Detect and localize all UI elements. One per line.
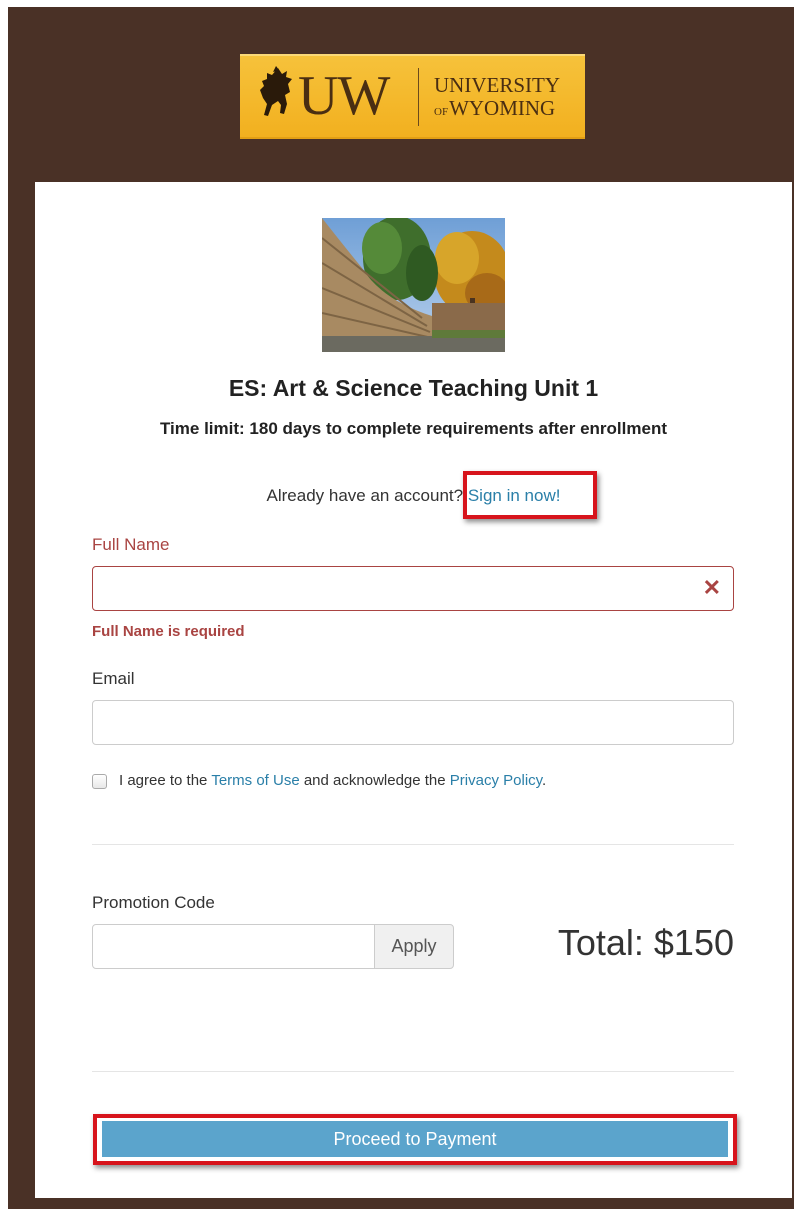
- sign-in-highlight: [463, 471, 597, 519]
- full-name-label: Full Name: [92, 535, 170, 554]
- full-name-input[interactable]: ✕: [92, 566, 734, 611]
- enrollment-card: ES: Art & Science Teaching Unit 1 Time l…: [35, 182, 792, 1198]
- terms-of-use-link[interactable]: Terms of Use: [211, 772, 299, 789]
- agree-checkbox[interactable]: [92, 774, 107, 789]
- apply-button[interactable]: Apply: [374, 924, 454, 969]
- promo-label: Promotion Code: [92, 893, 215, 912]
- university-logo[interactable]: UW UNIVERSITY OFWYOMING: [240, 54, 585, 139]
- agree-text: I agree to the Terms of Use and acknowle…: [119, 772, 546, 789]
- total-price: Total: $150: [557, 922, 734, 963]
- signin-prompt: Already have an account?: [266, 486, 464, 505]
- agree-suffix: .: [542, 772, 547, 789]
- divider: [92, 1071, 734, 1072]
- logo-divider: [418, 68, 419, 126]
- bucking-horse-icon: [260, 66, 292, 116]
- proceed-highlight: [93, 1114, 737, 1165]
- time-limit-text: Time limit: 180 days to complete require…: [159, 419, 667, 438]
- logo-wyoming-line: OFWYOMING: [434, 96, 555, 124]
- logo-uw-text: UW: [298, 65, 390, 127]
- course-title: ES: Art & Science Teaching Unit 1: [228, 375, 599, 401]
- agree-middle: and acknowledge the: [303, 772, 446, 789]
- page-frame: UW UNIVERSITY OFWYOMING ES: Art & Scienc…: [8, 7, 794, 1209]
- logo-wyoming-text: WYOMING: [449, 96, 556, 120]
- close-icon: ✕: [702, 575, 721, 600]
- campus-photo: [322, 218, 505, 352]
- email-input[interactable]: [92, 700, 734, 745]
- email-label: Email: [92, 669, 135, 688]
- agree-prefix: I agree to the: [119, 772, 208, 789]
- logo-of-text: OF: [434, 106, 449, 118]
- signin-prompt-row: Already have an account? Sign in now!: [35, 486, 792, 506]
- promo-code-input[interactable]: [92, 924, 375, 969]
- privacy-policy-link[interactable]: Privacy Policy: [450, 772, 542, 789]
- logo-university-text: UNIVERSITY: [434, 73, 560, 97]
- full-name-error: Full Name is required: [92, 623, 245, 640]
- divider: [92, 844, 734, 845]
